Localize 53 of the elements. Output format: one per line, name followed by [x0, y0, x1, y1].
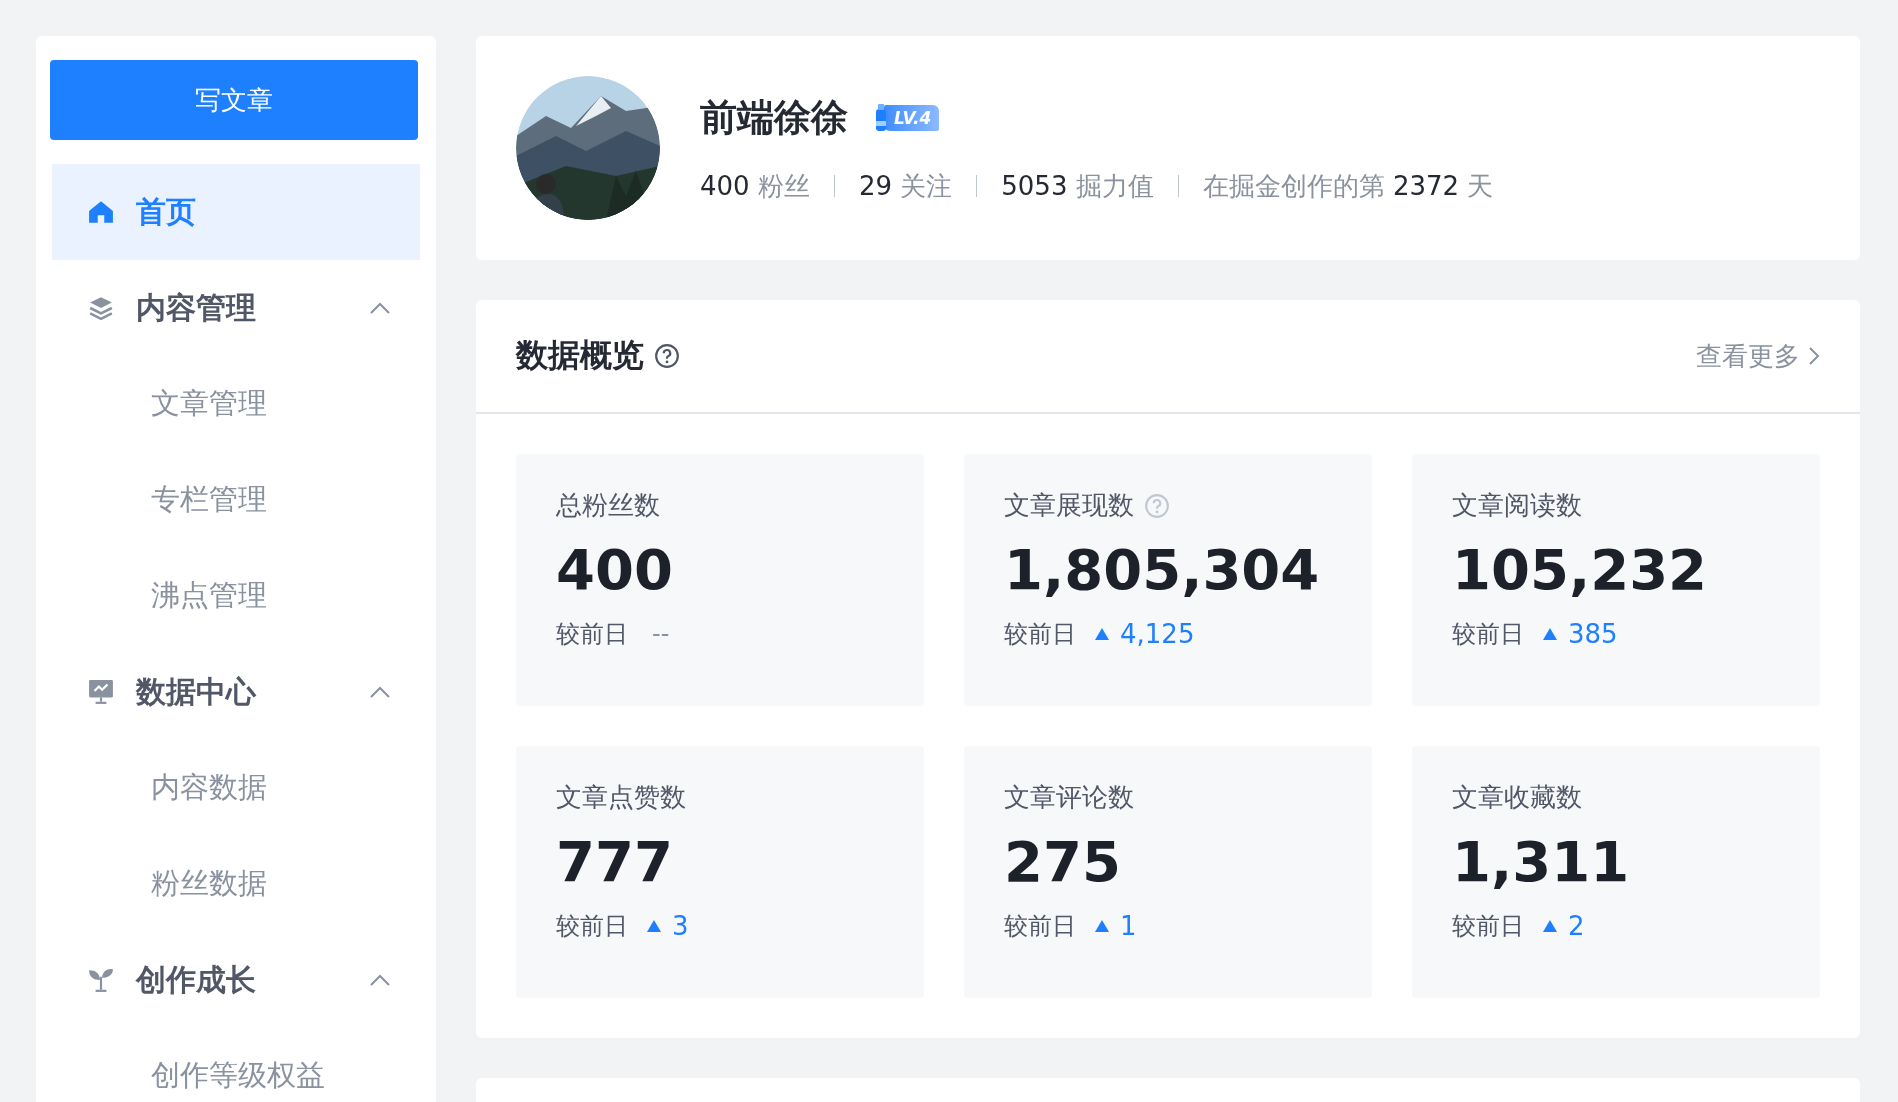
compare-label: 较前日 — [556, 911, 628, 942]
stat-card-value: 275 — [1004, 829, 1122, 894]
view-more-link[interactable]: 查看更多 — [1696, 338, 1820, 374]
profile-stat: 400 粉丝 — [700, 169, 810, 203]
stat-card-value: 777 — [556, 829, 674, 894]
change-value: 4,125 — [1120, 619, 1195, 649]
stat-card-value: 1,311 — [1452, 829, 1631, 894]
stat-card-label: 文章展现数 — [1004, 489, 1134, 522]
level-badge: LV.4 — [884, 104, 940, 131]
stat-card-label: 文章阅读数 — [1452, 489, 1582, 522]
nav-group-label[interactable]: 创作成长 — [136, 959, 370, 1001]
stat-card-value: 400 — [556, 537, 674, 602]
chevron-up-icon[interactable] — [370, 686, 390, 698]
compare-label: 较前日 — [1452, 619, 1524, 650]
stat-card-value: 105,232 — [1452, 537, 1709, 602]
section-title: 数据概览 — [516, 335, 644, 376]
nav-group-label[interactable]: 数据中心 — [136, 671, 370, 713]
nav-group-label[interactable]: 内容管理 — [136, 287, 370, 329]
compare-label: 较前日 — [1004, 619, 1076, 650]
creation-days: 在掘金创作的第 2372 天 — [1202, 168, 1494, 204]
chevron-right-icon[interactable] — [1808, 346, 1820, 366]
nav-subitem[interactable]: 内容数据 — [151, 768, 267, 808]
nav-subitem[interactable]: 沸点管理 — [151, 576, 267, 616]
nav-subitem[interactable]: 专栏管理 — [151, 480, 267, 520]
sprout-icon — [88, 967, 114, 993]
home-icon — [88, 199, 114, 225]
nav-subitem[interactable]: 文章管理 — [151, 384, 267, 424]
compare-label: 较前日 — [1004, 911, 1076, 942]
chevron-up-icon[interactable] — [370, 302, 390, 314]
change-value: -- — [652, 620, 670, 648]
profile-stat: 5053 掘力值 — [1001, 169, 1154, 203]
layers-icon — [88, 295, 114, 321]
profile-stat: 29 关注 — [858, 169, 953, 203]
nav-subitem[interactable]: 创作等级权益 — [151, 1056, 325, 1096]
change-value: 3 — [672, 911, 689, 941]
chevron-up-icon[interactable] — [370, 974, 390, 986]
bottle-icon — [874, 102, 888, 133]
change-value: 385 — [1568, 619, 1618, 649]
nav-item[interactable]: 首页 — [52, 164, 420, 260]
change-value: 2 — [1568, 911, 1585, 941]
monitor-chart-icon — [88, 679, 114, 705]
compare-label: 较前日 — [556, 619, 628, 650]
stat-card-label: 文章收藏数 — [1452, 781, 1582, 814]
nav-subitem[interactable]: 粉丝数据 — [151, 864, 267, 904]
stat-card-value: 1,805,304 — [1004, 537, 1321, 602]
change-value: 1 — [1120, 911, 1137, 941]
compare-label: 较前日 — [1452, 911, 1524, 942]
stat-card-label: 文章评论数 — [1004, 781, 1134, 814]
help-icon[interactable] — [654, 343, 680, 369]
stat-card-label: 文章点赞数 — [556, 781, 686, 814]
user-name: 前端徐徐 — [700, 94, 848, 141]
stat-card-label: 总粉丝数 — [556, 489, 660, 522]
write-article-button[interactable]: 写文章 — [50, 60, 418, 140]
